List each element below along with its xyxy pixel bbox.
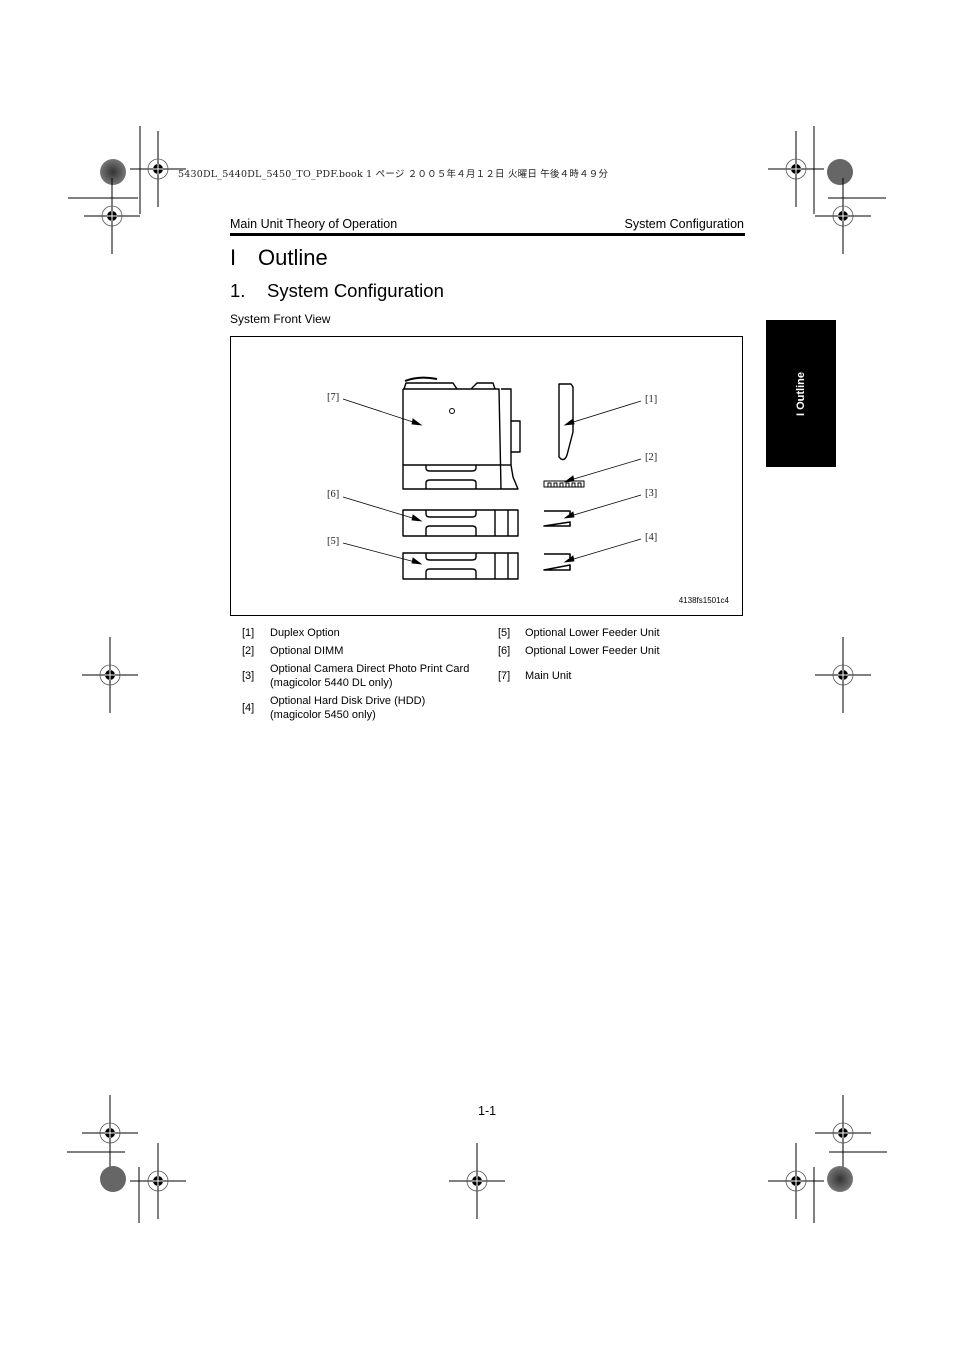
legend-row: [3] Optional Camera Direct Photo Print Ca… xyxy=(230,660,745,692)
callout-6: [6] xyxy=(327,489,340,500)
chapter-thumb-tab: I Outline xyxy=(766,320,836,467)
legend-text: Optional Lower Feeder Unit xyxy=(525,645,660,657)
registration-mark-icon xyxy=(448,1142,506,1220)
dimm-drawing xyxy=(543,480,585,488)
photo-print-card-drawing xyxy=(543,510,571,527)
section-title: System Configuration xyxy=(267,280,444,301)
legend-row: [4] Optional Hard Disk Drive (HDD) (magico… xyxy=(230,692,745,724)
legend-text: Optional Camera Direct Photo Print Card (… xyxy=(270,660,487,692)
callout-2: [2] xyxy=(645,452,658,463)
legend-text-line: Optional DIMM xyxy=(270,645,344,657)
figure-legend: [1] Duplex Option [5] Optional Lower Feeder… xyxy=(230,624,745,724)
callout-5: [5] xyxy=(327,536,340,547)
lower-feeder-6-drawing xyxy=(402,509,519,537)
lower-feeder-5-drawing xyxy=(402,552,519,580)
header-rule xyxy=(230,233,745,236)
legend-key: [3] xyxy=(242,670,255,682)
legend-text-note: (magicolor 5450 only) xyxy=(270,709,376,721)
legend-text-line: Optional Camera Direct Photo Print Card xyxy=(270,663,470,675)
system-front-view-figure: [7] [6] [5] [1] [2] [3] [4] 4138fs1501c4 xyxy=(230,336,743,616)
legend-text-note: (magicolor 5440 DL only) xyxy=(270,677,393,689)
legend-text: Optional Hard Disk Drive (HDD) (magicolor… xyxy=(270,692,487,724)
color-dot-icon xyxy=(827,159,853,185)
color-dot-icon xyxy=(100,159,126,185)
chapter-title: Outline xyxy=(258,245,328,270)
legend-text: Optional Lower Feeder Unit xyxy=(525,627,660,639)
registration-mark-icon xyxy=(814,177,872,255)
system-diagram xyxy=(342,376,642,580)
registration-mark-icon xyxy=(814,636,872,714)
legend-text-line: Duplex Option xyxy=(270,627,340,639)
running-header-left: Main Unit Theory of Operation xyxy=(230,217,398,231)
legend-row: [1] Duplex Option [5] Optional Lower Feeder… xyxy=(230,624,745,642)
chapter-number: I xyxy=(230,245,237,270)
registration-mark-icon xyxy=(767,130,825,208)
legend-text xyxy=(525,692,745,724)
registration-mark-icon xyxy=(81,636,139,714)
legend-row: [2] Optional DIMM [6] Optional Lower Feeder… xyxy=(230,642,745,660)
legend-text: Duplex Option xyxy=(270,624,487,642)
legend-key: [2] xyxy=(242,645,255,657)
registration-mark-icon xyxy=(81,1094,139,1172)
registration-mark-icon xyxy=(83,177,141,255)
figure-id: 4138fs1501c4 xyxy=(678,596,729,605)
registration-mark-icon xyxy=(129,1142,187,1220)
legend-key: [4] xyxy=(242,702,255,714)
callout-1: [1] xyxy=(645,394,658,405)
main-unit-drawing xyxy=(402,376,521,490)
callout-7: [7] xyxy=(327,392,340,403)
print-slug: 5430DL_5440DL_5450_TO_PDF.book 1 ページ ２００… xyxy=(178,169,609,180)
legend-table: [1] Duplex Option [5] Optional Lower Feeder… xyxy=(230,624,745,724)
running-header-right: System Configuration xyxy=(624,217,744,231)
chapter-heading: I Outline xyxy=(230,245,328,271)
color-dot-icon xyxy=(100,1166,126,1192)
legend-key: [5] xyxy=(498,627,511,639)
registration-mark-icon xyxy=(814,1094,872,1172)
chapter-tab-label: I Outline xyxy=(795,371,807,416)
legend-key: [1] xyxy=(242,627,255,639)
registration-mark-icon xyxy=(767,1142,825,1220)
page-number: 1-1 xyxy=(478,1104,497,1118)
legend-text-line: Optional Hard Disk Drive (HDD) xyxy=(270,695,426,707)
callout-4: [4] xyxy=(645,532,658,543)
figure-caption: System Front View xyxy=(230,312,331,326)
legend-text: Main Unit xyxy=(525,670,572,682)
section-number: 1. xyxy=(230,280,246,301)
callout-3: [3] xyxy=(645,488,658,499)
legend-key: [7] xyxy=(498,670,511,682)
legend-text: Optional DIMM xyxy=(270,642,487,660)
legend-key: [6] xyxy=(498,645,511,657)
color-dot-icon xyxy=(827,1166,853,1192)
legend-key xyxy=(487,692,525,724)
section-heading: 1. System Configuration xyxy=(230,280,444,302)
